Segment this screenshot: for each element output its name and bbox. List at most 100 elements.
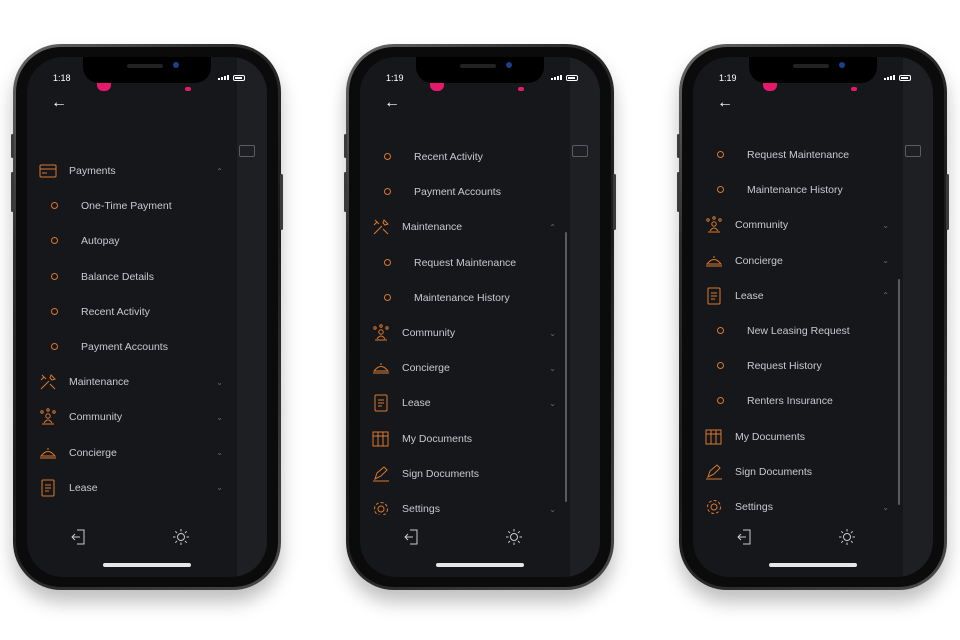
- chat-icon: [905, 145, 921, 157]
- sun-icon[interactable]: [173, 529, 189, 545]
- nav-menu: Recent Activity Payment Accounts Maintenan…: [360, 57, 570, 515]
- chevron-down-icon[interactable]: ⌄: [216, 448, 223, 457]
- submenu-item-request-maintenance[interactable]: Request Maintenance: [693, 140, 903, 170]
- sign-icon: [373, 466, 389, 482]
- concierge-icon: [372, 363, 390, 374]
- nav-menu: Request Maintenance Maintenance History Co…: [693, 57, 903, 515]
- menu-item-settings[interactable]: Settings ⌄: [360, 494, 570, 515]
- chevron-up-icon[interactable]: ⌃: [216, 167, 223, 176]
- menu-item-label: Balance Details: [81, 270, 154, 283]
- logout-icon[interactable]: [404, 529, 418, 545]
- menu-item-label: Recent Activity: [414, 151, 483, 163]
- chevron-down-icon[interactable]: ⌄: [549, 329, 556, 338]
- community-icon: [706, 216, 722, 233]
- menu-item-label: Sign Documents: [735, 465, 813, 478]
- menu-item-lease[interactable]: Lease ⌄: [360, 388, 570, 418]
- menu-item-community[interactable]: Community ⌄: [693, 210, 903, 240]
- submenu-item-balance-details[interactable]: Balance Details: [27, 262, 237, 292]
- menu-item-concierge[interactable]: Concierge ⌄: [693, 246, 903, 276]
- bullet-icon: [51, 343, 58, 350]
- bullet-icon: [717, 327, 724, 334]
- tools-icon: [373, 219, 389, 235]
- chevron-up-icon[interactable]: ⌃: [882, 291, 889, 300]
- menu-item-sign-documents[interactable]: Sign Documents: [360, 459, 570, 489]
- menu-item-lease[interactable]: Lease ⌄: [27, 473, 237, 503]
- chevron-down-icon[interactable]: ⌄: [549, 505, 556, 514]
- menu-item-concierge[interactable]: Concierge ⌄: [27, 438, 237, 468]
- menu-item-label: Sign Documents: [402, 467, 480, 480]
- bottom-bar: [27, 519, 237, 559]
- bullet-icon: [717, 151, 724, 158]
- menu-item-payments[interactable]: Payments ⌃: [27, 156, 237, 186]
- menu-item-label: One-Time Payment: [81, 200, 172, 213]
- menu-item-label: Community: [735, 219, 789, 232]
- scrollbar[interactable]: [898, 279, 900, 505]
- bullet-icon: [51, 272, 58, 280]
- background-panel: [237, 57, 267, 577]
- menu-item-sign-documents[interactable]: Sign Documents: [693, 457, 903, 487]
- bullet-icon: [717, 186, 724, 194]
- bullet-icon: [384, 293, 391, 301]
- bullet-icon: [384, 258, 391, 266]
- home-indicator[interactable]: [436, 563, 524, 567]
- menu-item-label: Lease: [69, 481, 98, 494]
- bullet-icon: [384, 188, 391, 196]
- nav-menu: Payments ⌃ One-Time Payment Autopay Balance …: [27, 57, 237, 515]
- sun-icon[interactable]: [506, 529, 522, 545]
- chevron-down-icon[interactable]: ⌄: [882, 503, 889, 512]
- chevron-down-icon[interactable]: ⌄: [882, 221, 889, 230]
- submenu-item-new-leasing-request[interactable]: New Leasing Request: [693, 316, 903, 346]
- chevron-down-icon[interactable]: ⌄: [882, 256, 889, 265]
- menu-item-label: Payment Accounts: [414, 186, 501, 199]
- menu-item-label: Maintenance: [402, 221, 463, 234]
- phone-1: 1:18 ← Payments ⌃ One-Time Payment Autopay B…: [11, 44, 283, 590]
- menu-item-label: Community: [402, 327, 456, 339]
- app-screen: 1:19 ← Recent Activity Payment Accounts Ma…: [360, 57, 600, 577]
- menu-item-label: Recent Activity: [81, 305, 150, 318]
- submenu-item-maintenance-history[interactable]: Maintenance History: [693, 175, 903, 205]
- menu-item-label: Request Maintenance: [747, 149, 850, 161]
- bottom-bar: [693, 519, 903, 559]
- menu-item-my-documents[interactable]: My Documents: [360, 424, 570, 454]
- menu-item-label: Concierge: [402, 362, 450, 375]
- submenu-item-request-history[interactable]: Request History: [693, 351, 903, 381]
- chat-icon: [572, 145, 588, 157]
- submenu-item-recent-activity[interactable]: Recent Activity: [360, 142, 570, 172]
- submenu-item-recent-activity[interactable]: Recent Activity: [27, 297, 237, 327]
- menu-item-label: Lease: [402, 397, 431, 410]
- chevron-down-icon[interactable]: ⌄: [216, 483, 223, 492]
- submenu-item-payment-accounts[interactable]: Payment Accounts: [360, 177, 570, 207]
- tools-icon: [40, 374, 56, 390]
- chevron-down-icon[interactable]: ⌄: [216, 413, 223, 422]
- menu-item-settings[interactable]: Settings ⌄: [693, 492, 903, 515]
- menu-item-maintenance[interactable]: Maintenance ⌃: [360, 212, 570, 242]
- menu-item-maintenance[interactable]: Maintenance ⌄: [27, 367, 237, 397]
- menu-item-lease[interactable]: Lease ⌃: [693, 281, 903, 311]
- scrollbar[interactable]: [565, 232, 567, 502]
- community-icon: [373, 324, 389, 341]
- submenu-item-request-maintenance[interactable]: Request Maintenance: [360, 248, 570, 278]
- chevron-down-icon[interactable]: ⌄: [549, 399, 556, 408]
- logout-icon[interactable]: [71, 529, 85, 545]
- submenu-item-payment-accounts[interactable]: Payment Accounts: [27, 332, 237, 362]
- logout-icon[interactable]: [737, 529, 751, 545]
- sun-icon[interactable]: [839, 529, 855, 545]
- submenu-item-one-time-payment[interactable]: One-Time Payment: [27, 191, 237, 221]
- chevron-down-icon[interactable]: ⌄: [549, 364, 556, 373]
- home-indicator[interactable]: [103, 563, 191, 567]
- submenu-item-renters-insurance[interactable]: Renters Insurance: [693, 386, 903, 416]
- submenu-item-maintenance-history[interactable]: Maintenance History: [360, 283, 570, 313]
- submenu-item-autopay[interactable]: Autopay: [27, 226, 237, 256]
- bullet-icon: [51, 237, 58, 245]
- chevron-up-icon[interactable]: ⌃: [549, 223, 556, 232]
- menu-item-label: Request History: [747, 360, 822, 373]
- menu-item-my-documents[interactable]: My Documents: [27, 508, 237, 515]
- document-icon: [374, 394, 388, 412]
- home-indicator[interactable]: [769, 563, 857, 567]
- menu-item-community[interactable]: Community ⌄: [27, 402, 237, 432]
- chevron-down-icon[interactable]: ⌄: [216, 378, 223, 387]
- menu-item-my-documents[interactable]: My Documents: [693, 422, 903, 452]
- menu-item-community[interactable]: Community ⌄: [360, 318, 570, 348]
- menu-item-concierge[interactable]: Concierge ⌄: [360, 353, 570, 383]
- bullet-icon: [51, 202, 58, 210]
